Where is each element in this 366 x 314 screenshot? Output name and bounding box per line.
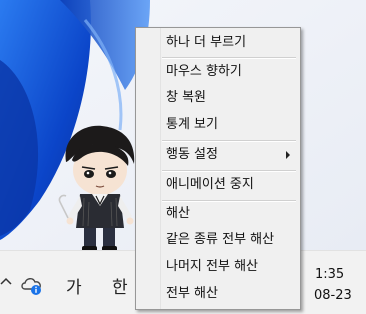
menu-item-label: 행동 설정 [166,147,218,162]
taskbar-clock[interactable]: 후1:35 08-23 [300,264,352,306]
menu-separator [162,200,296,202]
menu-separator [162,140,296,142]
context-menu: 하나 더 부르기 마우스 향하기 창 복원 통계 보기 행동 설정 애니메이션 … [135,27,301,310]
menu-item-label: 해산 [166,206,190,221]
menu-item-summon-another[interactable]: 하나 더 부르기 [138,32,298,54]
menu-item-dismiss-all[interactable]: 전부 해산 [138,283,298,305]
clock-date: 08-23 [314,288,352,303]
menu-item-dismiss-others[interactable]: 나머지 전부 해산 [138,256,298,278]
menu-separator [162,170,296,172]
menu-item-label: 통계 보기 [166,117,218,132]
menu-item-label: 마우스 향하기 [166,64,242,79]
onedrive-cloud-icon[interactable] [20,274,44,296]
menu-item-restore-window[interactable]: 창 복원 [138,87,298,109]
ime-mode-indicator[interactable]: 가 [66,273,82,298]
ime-language-indicator[interactable]: 한 [112,273,128,298]
desktop-mascot-character[interactable] [58,122,140,254]
menu-item-label: 창 복원 [166,90,207,105]
menu-item-behavior-settings[interactable]: 행동 설정 [138,144,298,166]
menu-separator [162,57,296,59]
chevron-up-icon[interactable] [0,275,12,289]
menu-item-dismiss-same-kind[interactable]: 같은 종류 전부 해산 [138,229,298,251]
menu-item-label: 나머지 전부 해산 [166,259,258,274]
menu-item-label: 같은 종류 전부 해산 [166,232,275,247]
menu-item-view-stats[interactable]: 통계 보기 [138,114,298,136]
menu-item-label: 하나 더 부르기 [166,35,247,50]
menu-item-label: 전부 해산 [166,286,218,301]
clock-time: 1:35 [315,267,345,282]
menu-item-follow-mouse[interactable]: 마우스 향하기 [138,61,298,83]
menu-item-dismiss[interactable]: 해산 [138,203,298,225]
menu-item-stop-animation[interactable]: 애니메이션 중지 [138,174,298,196]
submenu-arrow-icon [286,151,290,159]
menu-item-label: 애니메이션 중지 [166,177,254,192]
